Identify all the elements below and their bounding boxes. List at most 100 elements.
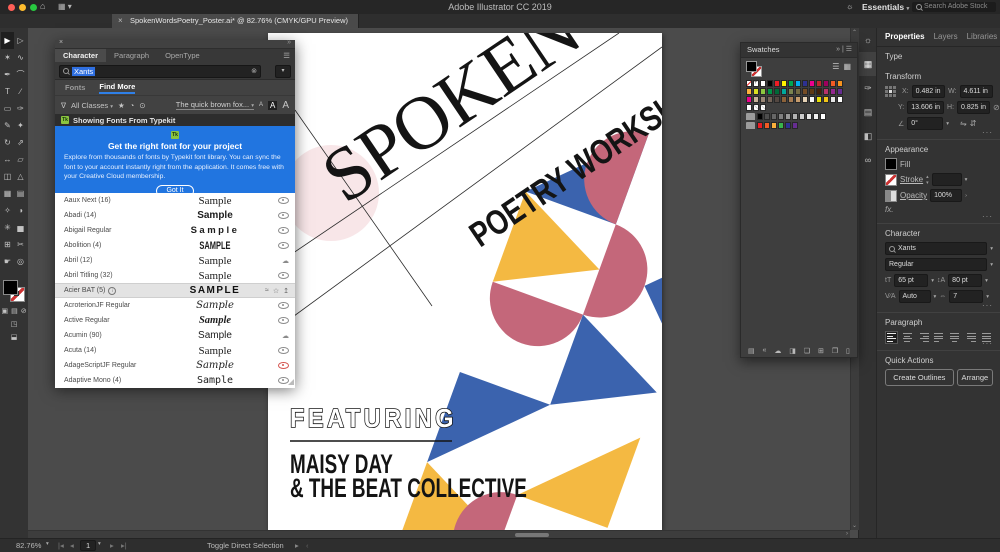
swatch[interactable] [830, 96, 836, 103]
swatch[interactable] [753, 80, 759, 87]
clear-search-icon[interactable]: ⊗ [251, 67, 257, 75]
line-segment-tool[interactable]: ∕ [14, 83, 27, 100]
swatch[interactable] [760, 96, 766, 103]
symbol-sprayer-tool[interactable]: ✳ [1, 219, 14, 236]
swatch[interactable] [837, 88, 843, 95]
favorites-filter-icon[interactable]: ★ [118, 101, 125, 110]
kerning-input[interactable]: Auto [899, 290, 931, 303]
stroke-weight-input[interactable] [932, 173, 962, 186]
swatch[interactable] [757, 113, 763, 120]
blend-tool[interactable]: ◑ [14, 202, 27, 219]
opacity-more-icon[interactable]: › [965, 193, 967, 199]
color-mode-button[interactable]: ▣ [1, 307, 8, 315]
preview-eye-icon[interactable] [278, 197, 289, 204]
type-tool[interactable]: T [1, 83, 14, 100]
swatch[interactable] [774, 96, 780, 103]
recent-filter-icon[interactable]: ◔ [130, 101, 135, 110]
font-list-item[interactable]: Adaptive Mono (4)Sample [55, 373, 295, 388]
lasso-tool[interactable]: ∿ [14, 49, 27, 66]
gradient-icon[interactable]: ▤ [859, 100, 877, 124]
swatch[interactable] [753, 96, 759, 103]
more-options-icon[interactable]: ··· [982, 301, 993, 310]
swatch[interactable] [802, 88, 808, 95]
font-list-item[interactable]: Active RegularSample [55, 313, 295, 328]
font-list-item[interactable]: Acier BAT (5)iSAMPLE≈☆↥ [55, 283, 295, 298]
stock-search-input[interactable]: Search Adobe Stock [912, 2, 996, 12]
swatch[interactable] [806, 113, 812, 120]
swatch[interactable] [767, 88, 773, 95]
swatch[interactable] [820, 113, 826, 120]
swatch[interactable] [809, 88, 815, 95]
tracking-input[interactable]: 7 [949, 290, 983, 303]
panel-menu-icon[interactable]: ☰ [283, 49, 290, 62]
curvature-tool[interactable]: ⌒ [14, 66, 27, 83]
swatch[interactable] [792, 113, 798, 120]
justify-right-button[interactable] [964, 331, 977, 344]
font-list-item[interactable]: Abigail RegularSample [55, 223, 295, 238]
flip-vertical-icon[interactable]: ⇵ [970, 119, 977, 128]
swatch[interactable] [792, 122, 798, 129]
swatch[interactable] [837, 96, 843, 103]
preview-eye-icon[interactable] [278, 227, 289, 234]
swatch[interactable] [816, 80, 822, 87]
grid-view-icon[interactable]: ▦ [843, 62, 851, 71]
align-left-button[interactable] [885, 331, 898, 344]
swatch[interactable] [746, 80, 752, 87]
pen-tool[interactable]: ✒ [1, 66, 14, 83]
shape-builder-tool[interactable]: ◫ [1, 168, 14, 185]
tab-libraries[interactable]: Libraries [967, 32, 998, 41]
stroke-color-swatch[interactable] [885, 174, 897, 186]
swatch[interactable] [813, 113, 819, 120]
align-right-button[interactable] [917, 331, 930, 344]
swatch-view-icon[interactable]: ◨ [789, 347, 796, 355]
sample-size-medium-button[interactable]: A [268, 101, 277, 110]
fill-stroke-indicator[interactable] [3, 280, 25, 302]
pencil-tool[interactable]: ✎ [1, 117, 14, 134]
stroke-label[interactable]: Stroke [900, 175, 923, 184]
swatch-kinds-icon[interactable]: « [763, 347, 767, 355]
swatch[interactable] [823, 80, 829, 87]
perspective-grid-tool[interactable]: △ [14, 168, 27, 185]
swatch-libraries-icon[interactable]: ▤ [748, 347, 755, 355]
x-input[interactable]: 0.482 in [912, 85, 945, 98]
reference-point-selector[interactable] [885, 86, 896, 97]
artboard-number-input[interactable]: 1 [80, 540, 96, 551]
opacity-label[interactable]: Opacity [900, 191, 927, 200]
links-icon[interactable]: ∞ [859, 148, 877, 172]
list-view-icon[interactable]: ☰ [832, 62, 839, 71]
preview-eye-icon[interactable] [278, 212, 289, 219]
screen-mode-button[interactable]: ⬓ [11, 333, 18, 341]
preview-eye-icon[interactable] [278, 362, 289, 369]
font-search-input[interactable]: Xants ⊗ [59, 65, 261, 78]
scroll-down-icon[interactable]: ⌄ [852, 522, 857, 529]
swatch[interactable] [767, 80, 773, 87]
fill-color-swatch[interactable] [885, 158, 897, 170]
swatch[interactable] [802, 96, 808, 103]
swatch[interactable] [809, 80, 815, 87]
swatch[interactable] [753, 88, 759, 95]
subtab-find-more[interactable]: Find More [99, 82, 135, 94]
workspace-switcher[interactable]: Essentials ▾ [862, 2, 909, 12]
swatch[interactable] [771, 113, 777, 120]
fill-stroke-indicator[interactable] [746, 61, 762, 77]
opacity-input[interactable]: 100% [930, 189, 962, 202]
font-list-item[interactable]: Abadi (14)Sample [55, 208, 295, 223]
swatch[interactable] [757, 122, 763, 129]
swatch[interactable] [781, 80, 787, 87]
hand-tool[interactable]: ☛ [1, 253, 14, 270]
tab-paragraph[interactable]: Paragraph [106, 49, 157, 62]
font-style-dropdown-icon[interactable]: ▾ [990, 262, 993, 268]
swatch[interactable] [788, 88, 794, 95]
delete-swatch-icon[interactable]: ▯ [846, 347, 850, 355]
preview-eye-icon[interactable] [278, 272, 289, 279]
paintbrush-tool[interactable]: ✑ [14, 100, 27, 117]
slice-tool[interactable]: ✂ [14, 236, 27, 253]
scale-tool[interactable]: ⇗ [14, 134, 27, 151]
view-similar-icon[interactable]: ≈ [265, 287, 269, 294]
swatch[interactable] [837, 80, 843, 87]
sync-cloud-icon[interactable]: ☁ [282, 332, 289, 340]
swatch[interactable] [830, 80, 836, 87]
swatch[interactable] [809, 96, 815, 103]
swatch[interactable] [816, 88, 822, 95]
font-list-dropdown[interactable]: ▾ [275, 65, 291, 78]
